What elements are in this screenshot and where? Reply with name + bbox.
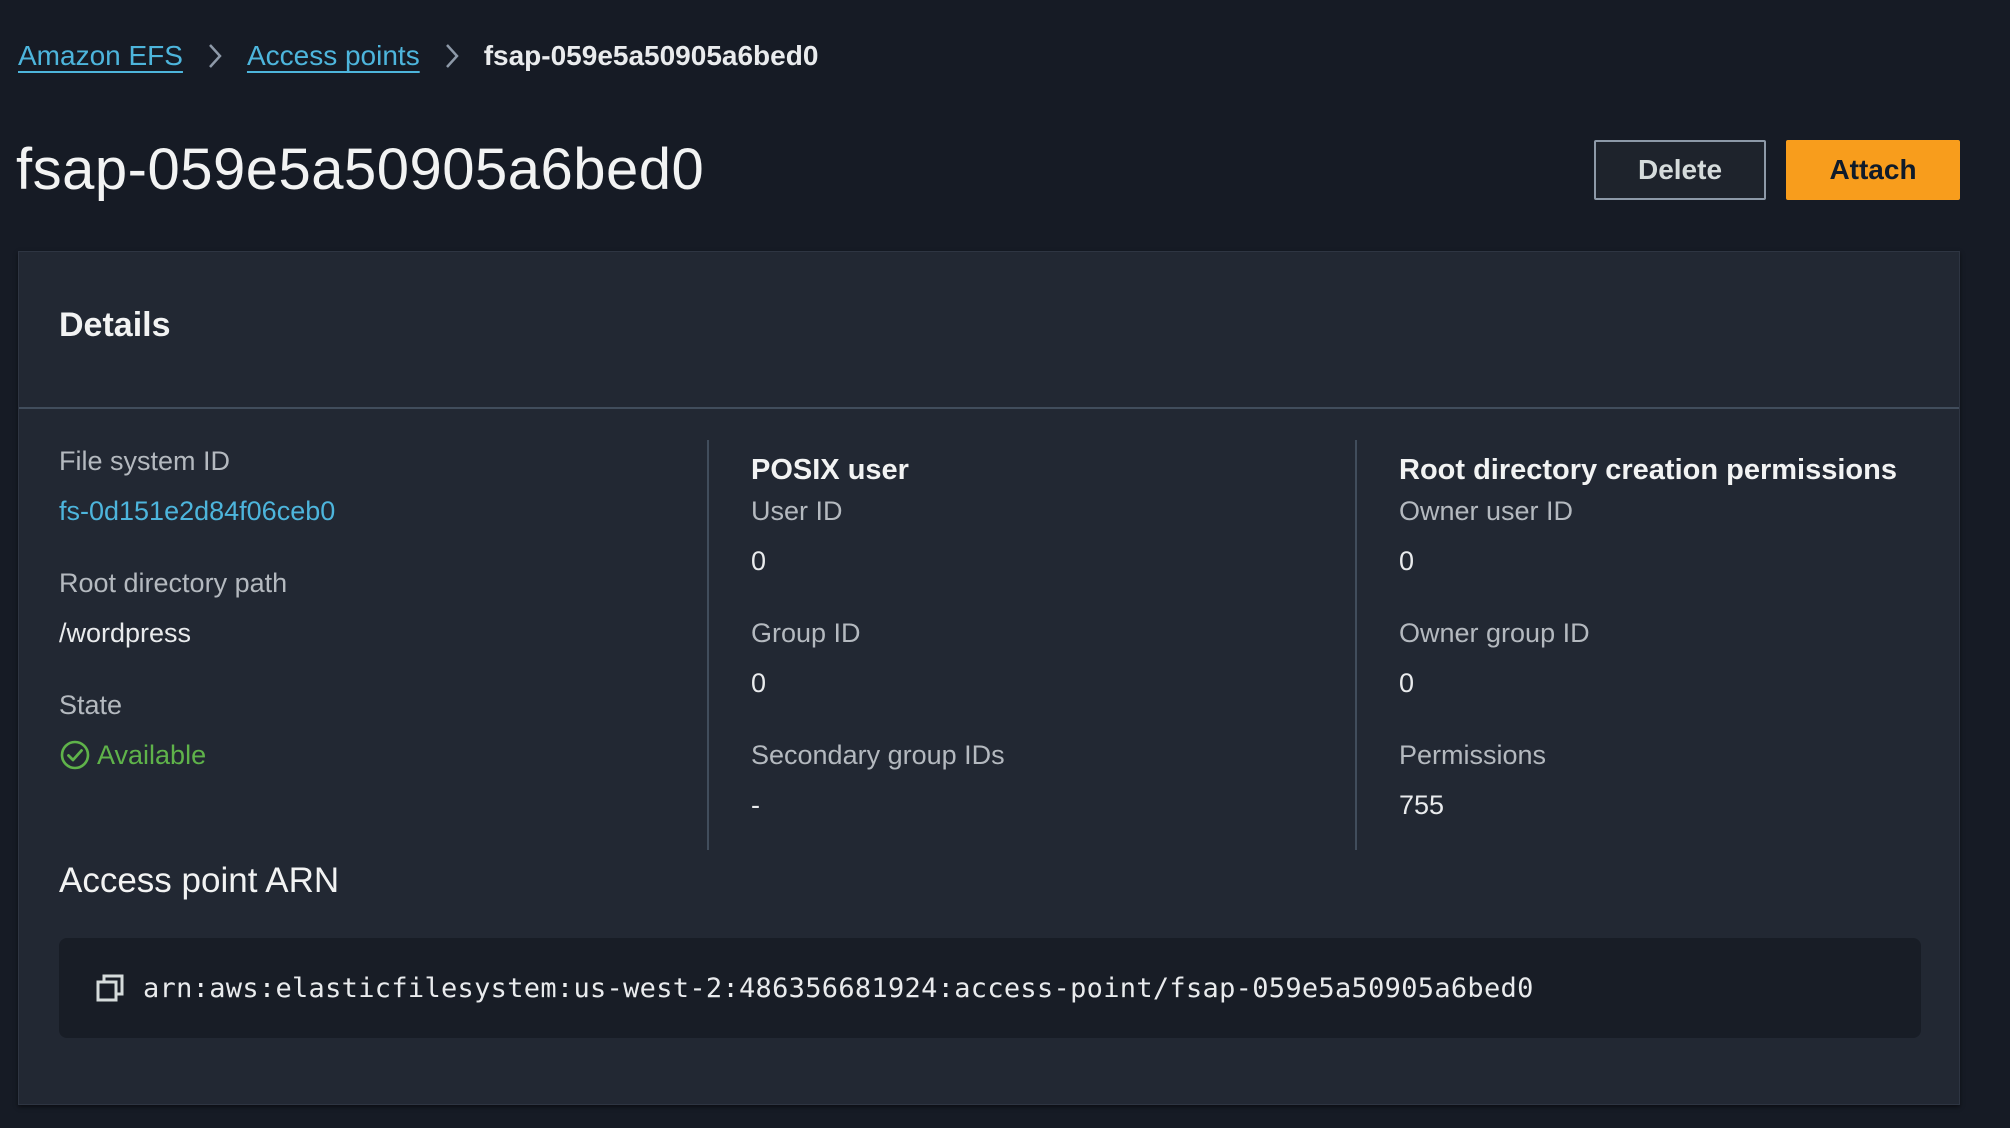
- owner-user-id-label: Owner user ID: [1399, 496, 1574, 526]
- root-permissions-column: Root directory creation permissions Owne…: [1355, 440, 1921, 850]
- root-path-value: /wordpress: [59, 618, 192, 648]
- breadcrumb-amazon-efs[interactable]: Amazon EFS: [18, 40, 183, 72]
- arn-code-box: arn:aws:elasticfilesystem:us-west-2:4863…: [59, 938, 1921, 1038]
- secondary-group-ids-label: Secondary group IDs: [751, 740, 1005, 770]
- owner-user-id-value: 0: [1399, 546, 1415, 576]
- user-id-value: 0: [751, 546, 767, 576]
- file-system-id-field: File system ID fs-0d151e2d84f06ceb0: [59, 440, 689, 532]
- secondary-group-ids-field: Secondary group IDs -: [751, 734, 1337, 826]
- status-badge: Available: [59, 734, 689, 776]
- details-panel-header: Details: [19, 252, 1959, 409]
- details-title: Details: [59, 306, 171, 344]
- breadcrumb: Amazon EFS Access points fsap-059e5a5090…: [18, 36, 818, 76]
- owner-group-id-value: 0: [1399, 668, 1415, 698]
- page-title: fsap-059e5a50905a6bed0: [16, 137, 705, 202]
- file-system-id-link[interactable]: fs-0d151e2d84f06ceb0: [59, 490, 689, 532]
- chevron-right-icon: [420, 36, 484, 76]
- delete-button[interactable]: Delete: [1594, 140, 1766, 200]
- breadcrumb-access-points[interactable]: Access points: [247, 40, 420, 72]
- group-id-value: 0: [751, 668, 767, 698]
- owner-group-id-field: Owner group ID 0: [1399, 612, 1921, 704]
- access-point-arn-title: Access point ARN: [59, 861, 340, 900]
- state-value: Available: [97, 740, 207, 770]
- attach-button[interactable]: Attach: [1786, 140, 1960, 200]
- root-permissions-heading: Root directory creation permissions: [1399, 454, 1897, 486]
- root-path-label: Root directory path: [59, 568, 288, 598]
- permissions-field: Permissions 755: [1399, 734, 1921, 826]
- details-columns: File system ID fs-0d151e2d84f06ceb0 Root…: [59, 440, 1921, 850]
- user-id-label: User ID: [751, 496, 843, 526]
- state-field: State Available: [59, 684, 689, 776]
- root-path-field: Root directory path /wordpress: [59, 562, 689, 654]
- state-label: State: [59, 690, 123, 720]
- owner-group-id-label: Owner group ID: [1399, 618, 1590, 648]
- chevron-right-icon: [183, 36, 247, 76]
- group-id-field: Group ID 0: [751, 612, 1337, 704]
- access-point-arn-value: arn:aws:elasticfilesystem:us-west-2:4863…: [143, 972, 1534, 1004]
- general-column: File system ID fs-0d151e2d84f06ceb0 Root…: [59, 440, 689, 850]
- permissions-value: 755: [1399, 790, 1445, 820]
- secondary-group-ids-value: -: [751, 790, 760, 820]
- posix-user-heading: POSIX user: [751, 454, 909, 486]
- file-system-id-label: File system ID: [59, 446, 231, 476]
- group-id-label: Group ID: [751, 618, 861, 648]
- check-circle-icon: [59, 739, 91, 771]
- breadcrumb-current: fsap-059e5a50905a6bed0: [483, 40, 819, 71]
- permissions-label: Permissions: [1399, 740, 1547, 770]
- owner-user-id-field: Owner user ID 0: [1399, 490, 1921, 582]
- copy-icon[interactable]: [95, 973, 125, 1003]
- details-panel: Details File system ID fs-0d151e2d84f06c…: [18, 251, 1960, 1105]
- user-id-field: User ID 0: [751, 490, 1337, 582]
- posix-user-column: POSIX user User ID 0 Group ID 0 Secondar…: [707, 440, 1337, 850]
